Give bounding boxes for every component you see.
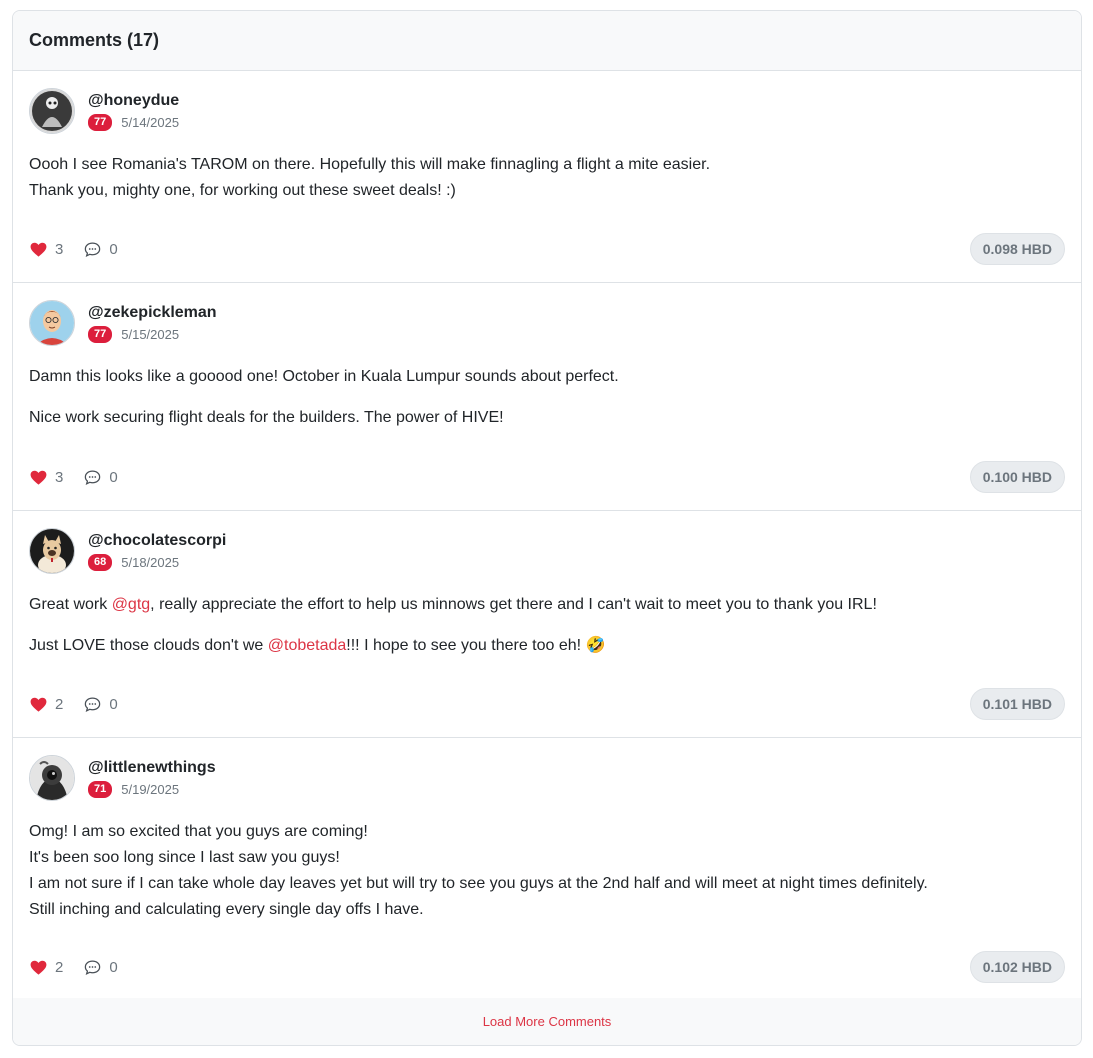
comment-text: Still inching and calculating every sing… [29,901,424,918]
heart-icon [30,470,47,485]
comment-icon [85,960,101,975]
like-button[interactable]: 3 [29,468,63,487]
comment-text: Thank you, mighty one, for working out t… [29,182,456,199]
comment-footer: 3 0 0.098 HBD [29,233,1065,265]
comment-author: @littlenewthings 71 5/19/2025 [29,754,1065,802]
reply-count: 0 [109,695,118,713]
payout-badge[interactable]: 0.102 HBD [969,951,1065,983]
avatar[interactable] [29,528,75,574]
comment-text: Damn this looks like a gooood one! Octob… [29,368,619,385]
comment-item: @littlenewthings 71 5/19/2025 Omg! I am … [13,738,1081,1000]
comment-date: 5/18/2025 [121,555,180,570]
comment-body: Omg! I am so excited that you guys are c… [29,819,1065,923]
like-count: 3 [55,468,64,486]
payout-badge[interactable]: 0.098 HBD [969,233,1065,265]
comment-text: Nice work securing flight deals for the … [29,409,504,426]
reply-button[interactable]: 0 [83,958,118,977]
comment-footer: 3 0 0.100 HBD [29,461,1065,493]
reputation-badge: 77 [88,114,113,131]
comment-author: @honeydue 77 5/14/2025 [29,87,1065,135]
comment-item: @zekepickleman 77 5/15/2025 Damn this lo… [13,283,1081,511]
text-segment: Great work [29,596,112,613]
mention-link[interactable]: @tobetada [268,637,347,654]
text-segment: Just LOVE those clouds don't we [29,637,268,654]
payout-badge[interactable]: 0.101 HBD [969,688,1065,720]
heart-icon [30,242,47,257]
comment-icon [85,242,101,257]
comment-text: Omg! I am so excited that you guys are c… [29,823,368,840]
heart-icon [30,697,47,712]
avatar[interactable] [29,300,75,346]
comment-author: @zekepickleman 77 5/15/2025 [29,299,1065,347]
reply-count: 0 [109,468,118,486]
comment-text: It's been soo long since I last saw you … [29,849,340,866]
comment-body: Damn this looks like a gooood one! Octob… [29,364,1065,431]
text-segment: , really appreciate the effort to help u… [150,596,877,613]
comments-panel: Comments (17) @honeydue 77 5/14/2025 Ooo… [12,10,1082,1046]
like-count: 3 [55,240,64,258]
like-button[interactable]: 2 [29,958,63,977]
reply-button[interactable]: 0 [83,695,118,714]
comment-footer: 2 0 0.101 HBD [29,688,1065,720]
comments-title: Comments (17) [29,30,160,50]
reputation-badge: 71 [88,781,113,798]
reply-count: 0 [109,958,118,976]
avatar[interactable] [29,755,75,801]
payout-badge[interactable]: 0.100 HBD [969,461,1065,493]
comment-icon [85,470,101,485]
reputation-badge: 68 [88,554,113,571]
like-button[interactable]: 2 [29,695,63,714]
comment-body: Oooh I see Romania's TAROM on there. Hop… [29,152,1065,204]
comment-item: @honeydue 77 5/14/2025 Oooh I see Romani… [13,71,1081,283]
comment-date: 5/15/2025 [121,327,180,342]
username[interactable]: @zekepickleman [88,303,217,323]
comment-date: 5/19/2025 [121,782,180,797]
reply-button[interactable]: 0 [83,240,118,259]
comment-body: Great work @gtg, really appreciate the e… [29,592,1065,659]
like-button[interactable]: 3 [29,240,63,259]
username[interactable]: @littlenewthings [88,758,216,778]
comments-header: Comments (17) [13,11,1081,71]
comment-date: 5/14/2025 [121,115,180,130]
comment-text: I am not sure if I can take whole day le… [29,875,928,892]
reply-button[interactable]: 0 [83,468,118,487]
username[interactable]: @chocolatescorpi [88,531,226,551]
heart-icon [30,960,47,975]
username[interactable]: @honeydue [88,91,179,111]
reply-count: 0 [109,240,118,258]
comment-icon [85,697,101,712]
like-count: 2 [55,958,64,976]
comment-author: @chocolatescorpi 68 5/18/2025 [29,527,1065,575]
reputation-badge: 77 [88,326,113,343]
load-more-button[interactable]: Load More Comments [13,998,1081,1045]
comment-text: Just LOVE those clouds don't we @tobetad… [29,633,1065,659]
mention-link[interactable]: @gtg [112,596,150,613]
comment-text: Oooh I see Romania's TAROM on there. Hop… [29,156,711,173]
comment-item: @chocolatescorpi 68 5/18/2025 Great work… [13,511,1081,738]
comment-text: Great work @gtg, really appreciate the e… [29,592,1065,618]
avatar[interactable] [29,88,75,134]
comment-footer: 2 0 0.102 HBD [29,951,1065,983]
like-count: 2 [55,695,64,713]
text-segment: !!! I hope to see you there too eh! 🤣 [346,637,606,654]
